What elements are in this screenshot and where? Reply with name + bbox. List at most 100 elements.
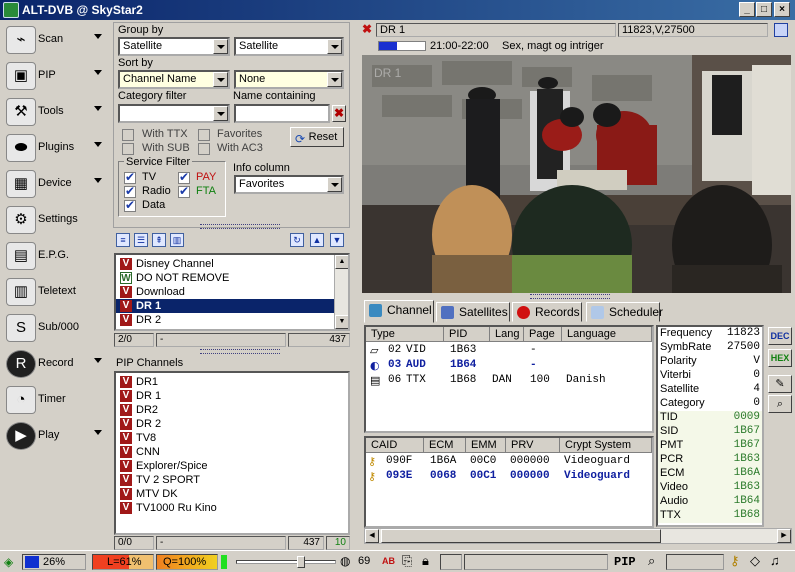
caid-col-caid[interactable]: CAID: [366, 438, 424, 453]
search-icon[interactable]: ⌕: [768, 395, 792, 413]
splitter-handle[interactable]: [200, 349, 280, 354]
pip-list-item[interactable]: V TV8: [116, 431, 348, 445]
caid-table-row[interactable]: ⚷ 090F 1B6A 00C0 000000 Videoguard: [366, 454, 652, 469]
sidebar-item-settings[interactable]: ⚙ Settings: [4, 204, 108, 236]
pip-list-item[interactable]: V CNN: [116, 445, 348, 459]
music-icon[interactable]: ♫: [770, 553, 780, 568]
pid-col-lang[interactable]: Lang: [490, 327, 524, 342]
zoom-icon[interactable]: ⌕: [648, 553, 655, 569]
title-bar[interactable]: ALT-DVB @ SkyStar2 _ □ ×: [0, 0, 795, 20]
caid-col-prv[interactable]: PRV: [506, 438, 560, 453]
name-containing-input[interactable]: [234, 104, 330, 123]
chevron-down-icon[interactable]: [94, 142, 102, 147]
pip-list-item[interactable]: V DR 2: [116, 417, 348, 431]
sidebar-item-sub-000[interactable]: S Sub/000: [4, 312, 108, 344]
sidebar-item-plugins[interactable]: ⬬ Plugins: [4, 132, 108, 164]
tag-icon[interactable]: ⎘: [402, 553, 412, 569]
pip-list-item[interactable]: V DR1: [116, 375, 348, 389]
clear-name-button[interactable]: ✖: [332, 105, 346, 122]
sidebar-item-scan[interactable]: ⌁ Scan: [4, 24, 108, 56]
minimize-button[interactable]: _: [739, 2, 755, 17]
pip-list-item[interactable]: V MTV DK: [116, 487, 348, 501]
sidebar-item-e-p-g[interactable]: ▤ E.P.G.: [4, 240, 108, 272]
lock-icon[interactable]: 🔒︎: [422, 553, 429, 569]
sidebar-item-play[interactable]: ▶ Play: [4, 420, 108, 452]
channel-list[interactable]: V Disney Channel W DO NOT REMOVE V Download V D…: [114, 253, 350, 331]
splitter-handle[interactable]: [200, 224, 280, 229]
scroll-down-button[interactable]: ▼: [335, 315, 348, 329]
chevron-down-icon[interactable]: [94, 358, 102, 363]
list-view-icon[interactable]: ≡: [116, 233, 130, 247]
with-ac3-checkbox[interactable]: [198, 143, 210, 155]
info-column-select[interactable]: Favorites: [234, 175, 344, 194]
volume-thumb[interactable]: [297, 556, 305, 568]
chevron-down-icon[interactable]: [94, 106, 102, 111]
radio-checkbox[interactable]: [124, 184, 136, 198]
scroll-right-button[interactable]: ▶: [777, 529, 791, 543]
chevron-down-icon[interactable]: [94, 34, 102, 39]
speaker-icon[interactable]: ◍: [340, 554, 350, 568]
group-by-select-1[interactable]: Satellite: [118, 37, 230, 56]
pid-col-page[interactable]: Page: [524, 327, 562, 342]
sidebar-item-timer[interactable]: ◔ Timer: [4, 384, 108, 416]
splitter-handle[interactable]: [530, 294, 610, 299]
sort-by-select-2[interactable]: None: [234, 70, 344, 89]
pip-indicator[interactable]: PIP: [614, 555, 636, 569]
tab-satellites[interactable]: Satellites: [436, 302, 510, 322]
scroll-thumb[interactable]: [381, 529, 661, 543]
pid-table-row[interactable]: ▤ 06 TTX 1B68 DAN 100 Danish: [366, 373, 652, 388]
channel-list-item[interactable]: W DO NOT REMOVE: [116, 271, 334, 285]
sidebar-item-tools[interactable]: ⚒ Tools: [4, 96, 108, 128]
key-icon[interactable]: ⚷: [730, 553, 740, 569]
pip-list-item[interactable]: V DR 1: [116, 389, 348, 403]
details-view-icon[interactable]: ☰: [134, 233, 148, 247]
sidebar-item-pip[interactable]: ▣ PIP: [4, 60, 108, 92]
pid-col-pid[interactable]: PID: [444, 327, 490, 342]
sort-by-select-1[interactable]: Channel Name: [118, 70, 230, 89]
caid-col-emm[interactable]: EMM: [466, 438, 506, 453]
pip-list-item[interactable]: V DR2: [116, 403, 348, 417]
sidebar-item-record[interactable]: R Record: [4, 348, 108, 380]
with-ttx-checkbox[interactable]: [122, 129, 134, 141]
caid-col-ecm[interactable]: ECM: [424, 438, 466, 453]
data-checkbox[interactable]: [124, 198, 136, 212]
pid-col-language[interactable]: Language: [562, 327, 652, 342]
caid-table[interactable]: CAID ECM EMM PRV Crypt System ⚷ 090F 1B6A 0…: [364, 436, 654, 528]
tab-scheduler[interactable]: Scheduler: [586, 302, 663, 322]
caid-col-crypt-system[interactable]: Crypt System: [560, 438, 652, 453]
close-button[interactable]: ×: [774, 2, 790, 17]
caid-table-row[interactable]: ⚷ 093E 0068 00C1 000000 Videoguard: [366, 469, 652, 484]
pip-list-item[interactable]: V TV 2 SPORT: [116, 473, 348, 487]
scroll-left-button[interactable]: ◀: [365, 529, 379, 543]
channel-list-item[interactable]: V Download: [116, 285, 334, 299]
hex-button[interactable]: HEX: [768, 349, 792, 367]
tab-channel[interactable]: Channel: [364, 300, 434, 323]
move-up-icon[interactable]: ▲: [310, 233, 324, 247]
move-top-icon[interactable]: ⇞: [152, 233, 166, 247]
sidebar-item-device[interactable]: ▦ Device: [4, 168, 108, 200]
channel-list-scrollbar[interactable]: ▲ ▼: [334, 255, 348, 329]
chevron-down-icon[interactable]: [94, 430, 102, 435]
maximize-button[interactable]: □: [756, 2, 772, 17]
dec-button[interactable]: DEC: [768, 327, 792, 345]
audio-channel-icon[interactable]: AB: [382, 556, 395, 566]
refresh-icon[interactable]: ↻: [290, 233, 304, 247]
pay-checkbox[interactable]: [178, 170, 190, 184]
screen-mode-icon[interactable]: [774, 23, 788, 37]
video-display[interactable]: DR 1: [362, 55, 791, 293]
chevron-down-icon[interactable]: [94, 70, 102, 75]
with-sub-checkbox[interactable]: [122, 143, 134, 155]
fta-checkbox[interactable]: [178, 184, 190, 198]
move-down-icon[interactable]: ▼: [330, 233, 344, 247]
category-filter-select[interactable]: [118, 104, 230, 123]
chevron-down-icon[interactable]: [94, 178, 102, 183]
volume-slider[interactable]: [236, 556, 336, 568]
pid-table[interactable]: Type PID Lang Page Language ▱ 02 VID 1B63- ◐…: [364, 325, 654, 433]
tab-records[interactable]: Records: [512, 302, 582, 322]
group-by-select-2[interactable]: Satellite: [234, 37, 344, 56]
close-channel-icon[interactable]: ✖: [362, 22, 372, 36]
pid-table-row[interactable]: ◐ 03 AUD 1B64 -: [366, 358, 652, 373]
tv-checkbox[interactable]: [124, 170, 136, 184]
pip-list-item[interactable]: V TV1000 Ru Kino: [116, 501, 348, 515]
diamond-icon[interactable]: ◇: [750, 553, 760, 569]
